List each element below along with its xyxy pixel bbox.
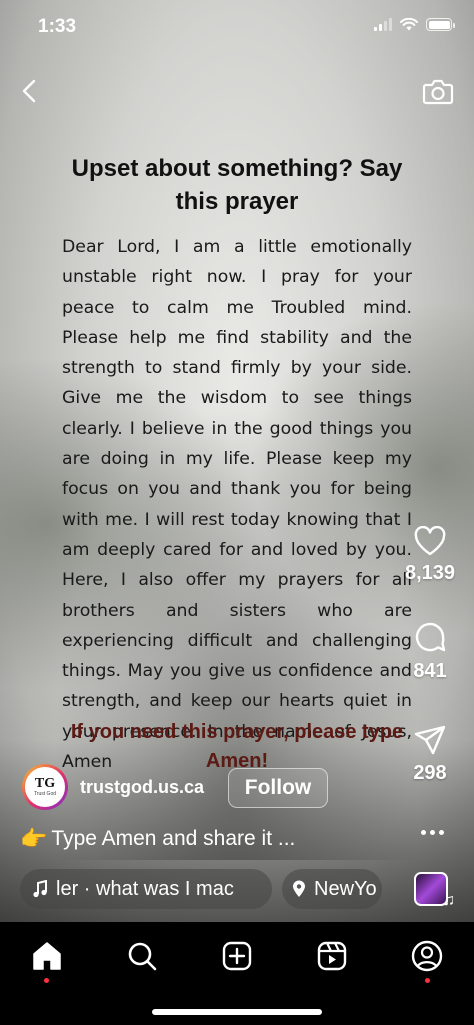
comment-icon[interactable] [413,620,447,654]
comment-action[interactable]: 841 [400,620,460,683]
comment-count: 841 [413,660,447,682]
avatar[interactable]: TG Trust God [22,764,68,810]
audio-chip[interactable]: ler · what was I mac [20,869,272,909]
music-note-icon [33,880,47,898]
profile-icon[interactable] [411,940,443,972]
profile-notification-dot [425,978,430,983]
music-note-icon: ♫ [443,892,455,909]
like-action[interactable]: 8,139 [400,526,460,585]
search-icon[interactable] [127,941,157,971]
nav-reels[interactable] [314,938,350,974]
location-chip[interactable]: NewYo [282,869,382,909]
share-count: 298 [413,762,447,784]
location-text: NewYo [314,877,377,900]
home-icon[interactable] [31,941,63,971]
follow-button[interactable]: Follow [228,768,328,808]
nav-create[interactable] [219,938,255,974]
post-title: Upset about something? Say this prayer [71,155,403,215]
reels-icon[interactable] [317,941,347,971]
status-icons [374,18,455,31]
battery-icon [426,18,455,31]
wifi-icon [400,18,418,31]
nav-profile[interactable] [409,938,445,974]
nav-search[interactable] [124,938,160,974]
caption[interactable]: 👉 Type Amen and share it ... [20,826,295,852]
like-count: 8,139 [404,562,456,584]
signal-icon [374,18,392,31]
nav-home[interactable] [29,938,65,974]
more-icon[interactable] [421,830,444,835]
share-action[interactable]: 298 [400,724,460,785]
create-icon[interactable] [222,941,252,971]
camera-icon[interactable] [422,76,454,106]
caption-text: Type Amen and share it ... [51,827,296,850]
post-body: Dear Lord, I am a little emotionally uns… [62,237,412,773]
audio-thumbnail[interactable]: ♫ [414,872,455,909]
status-time: 1:33 [38,16,77,37]
home-notification-dot [44,978,49,983]
pointing-hand-emoji: 👉 [20,826,48,851]
share-icon[interactable] [413,724,447,756]
home-indicator [152,1009,322,1015]
username[interactable]: trustgod.us.ca [80,777,204,798]
location-pin-icon [293,880,305,897]
avatar-logo-subtext: Trust God [33,791,57,797]
audio-text: ler · what was I mac [56,877,234,900]
heart-icon[interactable] [413,526,447,556]
avatar-logo-text: TG [34,776,56,791]
back-icon[interactable] [18,78,42,104]
